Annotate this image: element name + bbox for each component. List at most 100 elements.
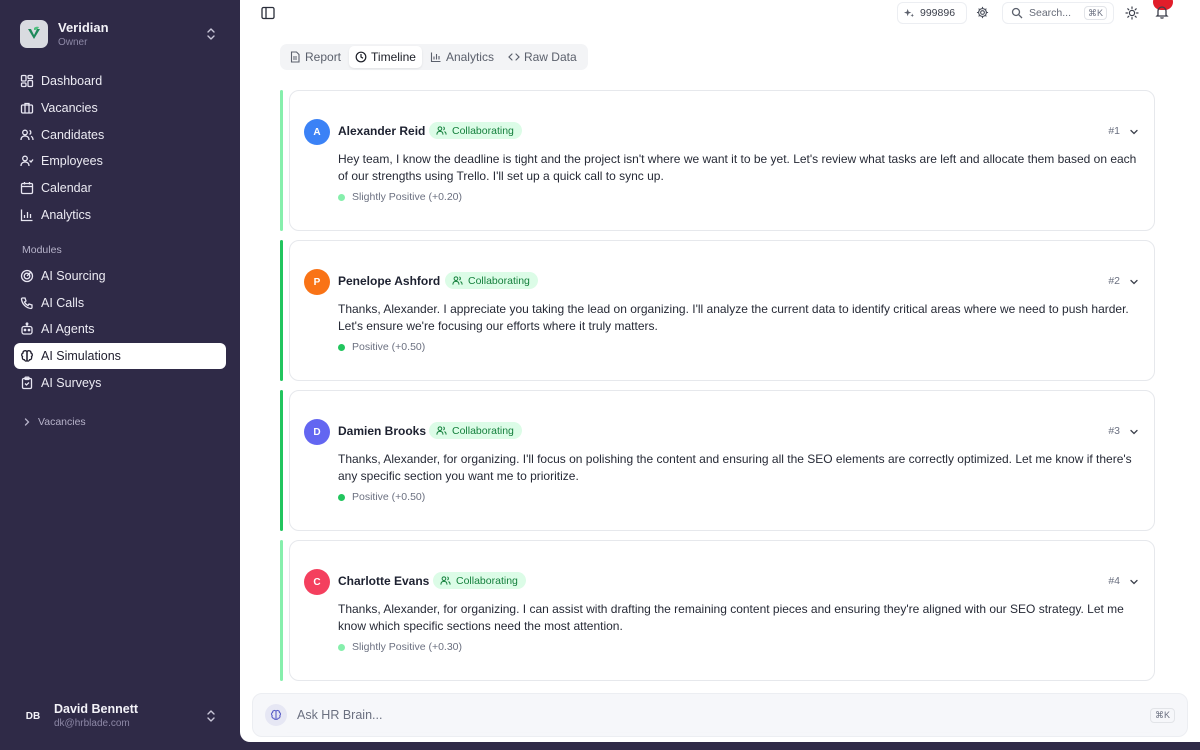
sidebar-item-dashboard[interactable]: Dashboard [14,68,226,94]
user-menu[interactable]: DB David Bennett dk@hrblade.com [14,700,226,732]
timeline-entry: P Penelope Ashford Collaborating #2 Than… [280,240,1155,381]
gear-icon[interactable] [976,6,989,19]
sentiment-label: Positive (+0.50) [352,341,426,353]
timeline-sentiment-bar [280,240,283,381]
bar-chart-icon [20,209,33,222]
message-card[interactable]: C Charlotte Evans Collaborating #4 Thank… [289,540,1155,681]
message-card[interactable]: P Penelope Ashford Collaborating #2 Than… [289,240,1155,381]
ask-shortcut: ⌘K [1149,707,1175,723]
tab-timeline[interactable]: Timeline [349,46,422,68]
chevron-down-icon[interactable] [1128,426,1140,438]
timeline-entry: D Damien Brooks Collaborating #3 Thanks,… [280,390,1155,531]
sidebar-item-analytics[interactable]: Analytics [14,202,226,228]
sentiment-label: Positive (+0.50) [352,491,426,503]
users-icon [436,426,447,435]
credits-badge[interactable]: 999896 [897,2,967,24]
sidebar-toggle-icon[interactable] [260,5,276,21]
chevrons-up-down-icon [207,710,215,722]
sidebar-item-ai-surveys[interactable]: AI Surveys [14,370,226,396]
message-number: #3 [1108,425,1120,437]
sidebar-item-label: Vacancies [41,100,98,115]
users-icon [452,276,463,285]
sentiment-indicator: Slightly Positive (+0.20) [338,191,462,203]
chevron-down-icon[interactable] [1128,126,1140,138]
avatar: A [304,119,330,145]
participant-name: Penelope Ashford [338,274,441,288]
sentiment-label: Slightly Positive (+0.20) [352,191,463,203]
sidebar: Veridian Owner Dashboard Vacancies Candi… [0,0,240,750]
sidebar-item-label: AI Agents [41,322,95,337]
status-badge: Collaborating [429,422,522,439]
chevron-down-icon[interactable] [1128,576,1140,588]
users-icon [440,576,451,585]
sidebar-item-calendar[interactable]: Calendar [14,175,226,201]
sidebar-item-employees[interactable]: Employees [14,148,226,174]
timeline-entry: A Alexander Reid Collaborating #1 Hey te… [280,90,1155,231]
sidebar-item-candidates[interactable]: Candidates [14,122,226,148]
workspace-role: Owner [58,36,88,48]
dashboard-icon [20,74,34,88]
sidebar-item-ai-simulations[interactable]: AI Simulations [14,343,226,370]
modules-section-label: Modules [14,237,226,263]
tab-report[interactable]: Report [283,46,347,68]
briefcase-icon [20,102,34,114]
search-input[interactable]: Search... ⌘K [1002,2,1114,24]
credits-count: 999896 [920,7,956,19]
workspace-switcher[interactable]: Veridian Owner [14,16,226,52]
tab-label: Report [305,50,342,64]
message-number: #4 [1108,575,1120,587]
message-card[interactable]: D Damien Brooks Collaborating #3 Thanks,… [289,390,1155,531]
message-text: Thanks, Alexander. I appreciate you taki… [338,302,1129,333]
status-badge: Collaborating [429,122,522,139]
user-email: dk@hrblade.com [54,718,130,729]
sentiment-label: Slightly Positive (+0.30) [352,641,463,653]
user-name: David Bennett [54,702,139,716]
sun-icon[interactable] [1125,6,1139,20]
sidebar-item-ai-agents[interactable]: AI Agents [14,316,226,342]
section-label-text: Vacancies [38,415,86,428]
tab-label: Raw Data [523,50,577,64]
timeline-sentiment-bar [280,390,283,531]
clock-icon [355,51,367,63]
sidebar-item-vacancies[interactable]: Vacancies [14,95,226,121]
sidebar-item-ai-calls[interactable]: AI Calls [14,290,226,316]
chevron-down-icon[interactable] [1128,276,1140,288]
sentiment-indicator: Positive (+0.50) [338,491,425,503]
avatar: P [304,269,330,295]
message-card[interactable]: A Alexander Reid Collaborating #1 Hey te… [289,90,1155,231]
message-number: #2 [1108,275,1120,287]
sentiment-indicator: Positive (+0.50) [338,341,425,353]
tab-raw-data[interactable]: Raw Data [502,46,583,68]
sidebar-item-label: AI Calls [41,295,85,310]
user-check-icon [20,155,34,167]
timeline-sentiment-bar [280,540,283,681]
avatar: D [304,419,330,445]
clipboard-icon [21,376,33,390]
sidebar-item-label: Dashboard [41,74,103,88]
sentiment-dot [338,343,345,351]
participant-name: Damien Brooks [338,424,427,438]
radar-icon [20,269,34,282]
ask-hr-brain-input[interactable]: Ask HR Brain... ⌘K [252,693,1188,737]
chevron-right-icon [24,418,30,426]
report-tabs: Report Timeline Analytics Raw Data [280,44,588,70]
message-number: #1 [1108,125,1120,137]
bot-icon [21,322,33,336]
veridian-logo [20,20,48,48]
tab-analytics[interactable]: Analytics [424,46,500,68]
sidebar-item-label: Analytics [41,207,92,222]
tab-label: Timeline [371,50,416,64]
brain-icon [265,704,287,726]
bar-chart-icon [430,52,441,63]
avatar: C [304,569,330,595]
section-label-text: Modules [22,243,62,256]
search-shortcut: ⌘K [1083,6,1107,20]
vacancies-section-toggle[interactable]: Vacancies [14,409,226,435]
bell-icon[interactable] [1154,4,1170,20]
calendar-icon [20,182,34,195]
brain-icon [21,350,33,362]
avatar: DB [25,710,41,722]
workspace-name: Veridian [58,19,109,35]
sidebar-item-ai-sourcing[interactable]: AI Sourcing [14,263,226,289]
sidebar-nav: Dashboard Vacancies Candidates Employees… [14,68,226,435]
